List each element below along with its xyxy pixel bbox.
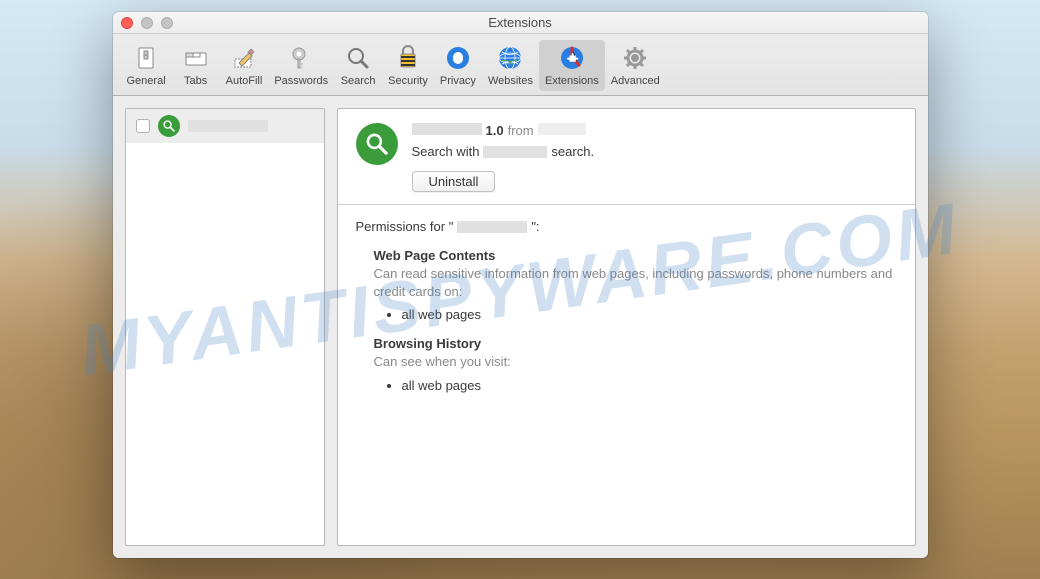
passwords-icon [285,42,317,74]
tab-extensions[interactable]: Extensions [539,40,605,91]
tab-search[interactable]: Search [334,40,382,91]
websites-icon [494,42,526,74]
content-area: 1.0 from Search with search. Uninstall P… [113,96,928,558]
titlebar: Extensions [113,12,928,34]
tab-label: Extensions [545,75,599,87]
desc-prefix: Search with [412,144,480,159]
tab-label: General [127,75,166,87]
tab-websites[interactable]: Websites [482,40,539,91]
extension-name-redacted [188,120,268,132]
window-title: Extensions [113,15,928,30]
tab-advanced[interactable]: Advanced [605,40,666,91]
search-icon [342,42,374,74]
desc-name-redacted [483,146,547,158]
preferences-window: Extensions General Tabs AutoFill Passwor… [113,12,928,558]
tab-label: AutoFill [226,75,263,87]
extension-author-redacted [538,123,586,135]
detail-header: 1.0 from Search with search. Uninstall [338,109,915,205]
extension-enable-checkbox[interactable] [136,119,150,133]
detail-info: 1.0 from Search with search. Uninstall [412,123,897,192]
permissions-section: Permissions for " ": Web Page Contents C… [338,205,915,421]
permission-title: Browsing History [374,336,897,351]
extension-detail-panel: 1.0 from Search with search. Uninstall P… [337,108,916,546]
permissions-heading: Permissions for " ": [356,219,897,234]
permissions-heading-suffix: ": [531,219,539,234]
permission-description: Can read sensitive information from web … [374,265,897,301]
extension-list-item[interactable] [126,109,324,143]
permissions-heading-prefix: Permissions for " [356,219,454,234]
tab-privacy[interactable]: Privacy [434,40,482,91]
extensions-list [125,108,325,546]
tab-label: Privacy [440,75,476,87]
permission-list: all web pages [402,378,897,393]
tab-label: Security [388,75,428,87]
permission-item: all web pages [402,378,897,393]
tab-passwords[interactable]: Passwords [268,40,334,91]
extension-icon [158,115,180,137]
extensions-icon [556,42,588,74]
permission-list: all web pages [402,307,897,322]
autofill-icon [228,42,260,74]
detail-description: Search with search. [412,144,897,159]
extension-name-redacted [412,123,482,135]
permissions-name-redacted [457,221,527,233]
uninstall-button[interactable]: Uninstall [412,171,496,192]
tabs-icon [180,42,212,74]
permission-group: Web Page Contents Can read sensitive inf… [374,248,897,322]
extension-version: 1.0 [486,123,504,138]
tab-security[interactable]: Security [382,40,434,91]
from-label: from [508,123,534,138]
tab-label: Passwords [274,75,328,87]
permission-group: Browsing History Can see when you visit:… [374,336,897,392]
tab-label: Advanced [611,75,660,87]
extension-icon-large [356,123,398,165]
tab-autofill[interactable]: AutoFill [220,40,269,91]
tab-label: Search [341,75,376,87]
tab-label: Tabs [184,75,207,87]
tab-label: Websites [488,75,533,87]
advanced-icon [619,42,651,74]
desc-suffix: search. [551,144,594,159]
tab-general[interactable]: General [121,40,172,91]
permission-item: all web pages [402,307,897,322]
permission-description: Can see when you visit: [374,353,897,371]
detail-title-row: 1.0 from [412,123,897,138]
general-icon [130,42,162,74]
tab-tabs[interactable]: Tabs [172,40,220,91]
permission-title: Web Page Contents [374,248,897,263]
security-icon [392,42,424,74]
preferences-toolbar: General Tabs AutoFill Passwords Search [113,34,928,96]
privacy-icon [442,42,474,74]
